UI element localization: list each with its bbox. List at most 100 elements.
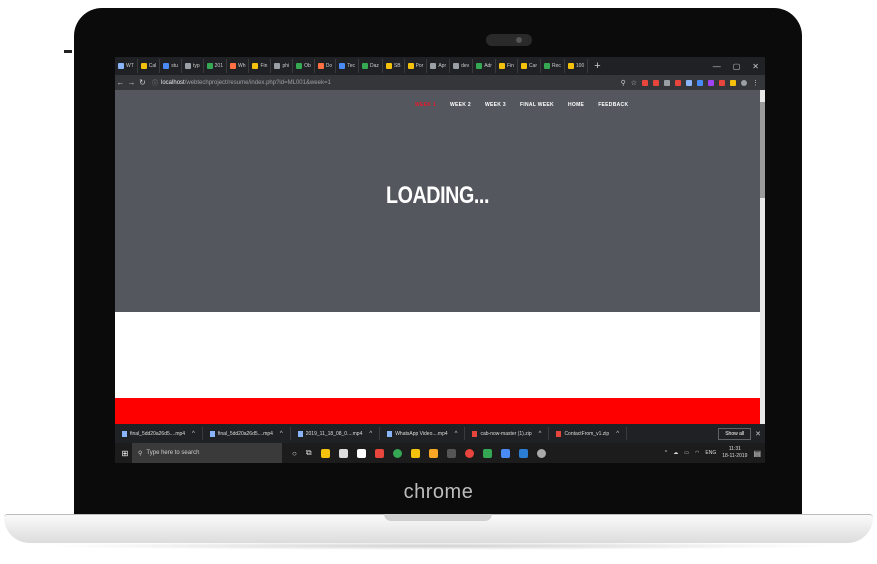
search-icon[interactable]: ⚲	[621, 79, 626, 87]
chevron-up-icon[interactable]: ^	[616, 431, 619, 437]
browser-tab[interactable]: Por	[405, 59, 428, 73]
extension-icon[interactable]	[664, 79, 670, 86]
system-tray: ^ ☁ ▭ ◠ ENG 11:31 18-11-2019 ▤	[665, 446, 765, 460]
page-scrollbar[interactable]	[760, 90, 765, 424]
tab-label: Rec	[551, 63, 561, 69]
browser-tab[interactable]: Fin	[496, 59, 518, 73]
download-item[interactable]: ContactFrom_v1.zip ^	[549, 427, 628, 440]
download-item[interactable]: WhatsApp Video....mp4 ^	[380, 427, 466, 440]
browser-tab[interactable]: typ	[182, 59, 204, 73]
app-icon[interactable]	[482, 448, 492, 458]
tab-favicon-icon	[252, 63, 259, 69]
wifi-icon[interactable]: ◠	[695, 450, 699, 456]
nav-link[interactable]: WEEK 3	[485, 102, 506, 108]
forward-icon[interactable]: →	[126, 78, 137, 87]
task-view-icon[interactable]: ⧉	[306, 448, 312, 458]
new-tab-button[interactable]: +	[588, 60, 606, 72]
browser-tab[interactable]: Rec	[541, 59, 565, 73]
download-item[interactable]: final_5dd20a26d5....mp4 ^	[115, 427, 203, 440]
browser-tab[interactable]: stu	[160, 59, 182, 73]
browser-tab[interactable]: Fin	[249, 59, 272, 73]
extension-icon[interactable]	[719, 79, 725, 86]
extension-icon[interactable]	[653, 79, 659, 86]
zip-file-icon	[556, 430, 562, 437]
url-field[interactable]: ⓘ localhost/webtechproject/resume/index.…	[152, 78, 331, 88]
browser-tab[interactable]: Car	[518, 59, 541, 73]
extension-icon[interactable]	[697, 79, 703, 86]
tray-up-icon[interactable]: ^	[665, 450, 667, 456]
browser-tab[interactable]: Do	[315, 59, 337, 73]
tab-label: SB	[393, 63, 401, 69]
nav-link[interactable]: WEEK 2	[450, 102, 471, 108]
browser-tab[interactable]: dev	[450, 59, 474, 73]
terminal-icon[interactable]	[446, 448, 456, 458]
word-icon[interactable]	[518, 448, 528, 458]
tab-label: Por	[415, 63, 424, 69]
extension-icon[interactable]	[675, 79, 681, 86]
mcafee-icon[interactable]	[374, 448, 384, 458]
extension-icon[interactable]	[730, 79, 736, 86]
tab-favicon-icon	[274, 63, 281, 69]
nav-link[interactable]: FINAL WEEK	[520, 102, 554, 108]
browser-tab[interactable]: SB	[383, 59, 405, 73]
browser-tab[interactable]: Wh	[227, 59, 250, 73]
browser-tab[interactable]: 100	[565, 59, 589, 73]
scrollbar-thumb[interactable]	[760, 102, 765, 198]
browser-tab[interactable]: Cal	[138, 59, 161, 73]
windows-start-icon[interactable]: ⊞	[118, 449, 132, 458]
chevron-up-icon[interactable]: ^	[369, 431, 372, 437]
star-icon[interactable]: ☆	[631, 79, 637, 87]
reload-icon[interactable]: ↻	[137, 78, 148, 87]
info-icon[interactable]: ⓘ	[152, 78, 158, 87]
nav-link[interactable]: WEEK 1	[415, 102, 436, 108]
show-all-button[interactable]: Show all	[718, 427, 752, 440]
minimize-icon[interactable]: —	[713, 62, 721, 71]
app-icon[interactable]	[464, 448, 474, 458]
browser-tab[interactable]: phi	[271, 59, 294, 73]
app-icon[interactable]	[410, 448, 420, 458]
nav-link[interactable]: FEEDBACK	[598, 102, 628, 108]
browser-tab[interactable]: Apr	[427, 59, 451, 73]
maximize-icon[interactable]: ▢	[733, 62, 741, 71]
site-nav: WEEK 1 WEEK 2 WEEK 3 FINAL WEEK HOME FEEDBACK	[415, 102, 628, 108]
file-explorer-icon[interactable]	[320, 448, 330, 458]
download-item[interactable]: 2019_11_18_08_0....mp4 ^	[291, 427, 381, 440]
app-icon[interactable]	[428, 448, 438, 458]
chevron-up-icon[interactable]: ^	[455, 431, 458, 437]
tab-label: Tec	[347, 63, 355, 69]
onedrive-icon[interactable]: ☁	[673, 450, 678, 456]
clock[interactable]: 11:31 18-11-2019	[722, 446, 747, 460]
download-item[interactable]: final_5dd20a26d5....mp4 ^	[203, 427, 291, 440]
profile-avatar[interactable]	[741, 79, 747, 86]
app-icon[interactable]	[500, 448, 510, 458]
taskbar-search[interactable]: ⚲ Type here to search	[132, 443, 282, 463]
browser-tab[interactable]: Daz	[359, 59, 383, 73]
app-icon[interactable]	[536, 448, 546, 458]
extension-icon[interactable]	[708, 79, 714, 86]
browser-tab[interactable]: Ob	[293, 59, 315, 73]
close-icon[interactable]: ✕	[752, 62, 759, 71]
store-icon[interactable]	[338, 448, 348, 458]
extension-icon[interactable]	[642, 79, 648, 86]
browser-tab[interactable]: 201	[204, 59, 227, 73]
chevron-up-icon[interactable]: ^	[192, 431, 195, 437]
chrome-icon[interactable]	[392, 448, 402, 458]
language-indicator[interactable]: ENG	[705, 450, 716, 456]
cortana-icon[interactable]: ○	[292, 449, 297, 458]
chevron-up-icon[interactable]: ^	[280, 431, 283, 437]
webcam	[486, 34, 532, 46]
browser-tab[interactable]: Adr	[473, 59, 496, 73]
browser-tab[interactable]: WT	[115, 59, 138, 73]
notification-icon[interactable]: ▤	[753, 449, 761, 458]
download-item[interactable]: cab-now-master (1).zip ^	[465, 427, 550, 440]
battery-icon[interactable]: ▭	[684, 450, 689, 456]
browser-tab[interactable]: Tec	[336, 59, 359, 73]
extension-icon[interactable]	[686, 79, 692, 86]
mail-icon[interactable]	[356, 448, 366, 458]
chevron-up-icon[interactable]: ^	[539, 431, 542, 437]
close-downloads-icon[interactable]: ✕	[755, 430, 761, 438]
back-icon[interactable]: ←	[115, 78, 126, 87]
nav-link[interactable]: HOME	[568, 102, 584, 108]
menu-icon[interactable]: ⋮	[752, 79, 759, 87]
download-filename: WhatsApp Video....mp4	[395, 430, 448, 437]
